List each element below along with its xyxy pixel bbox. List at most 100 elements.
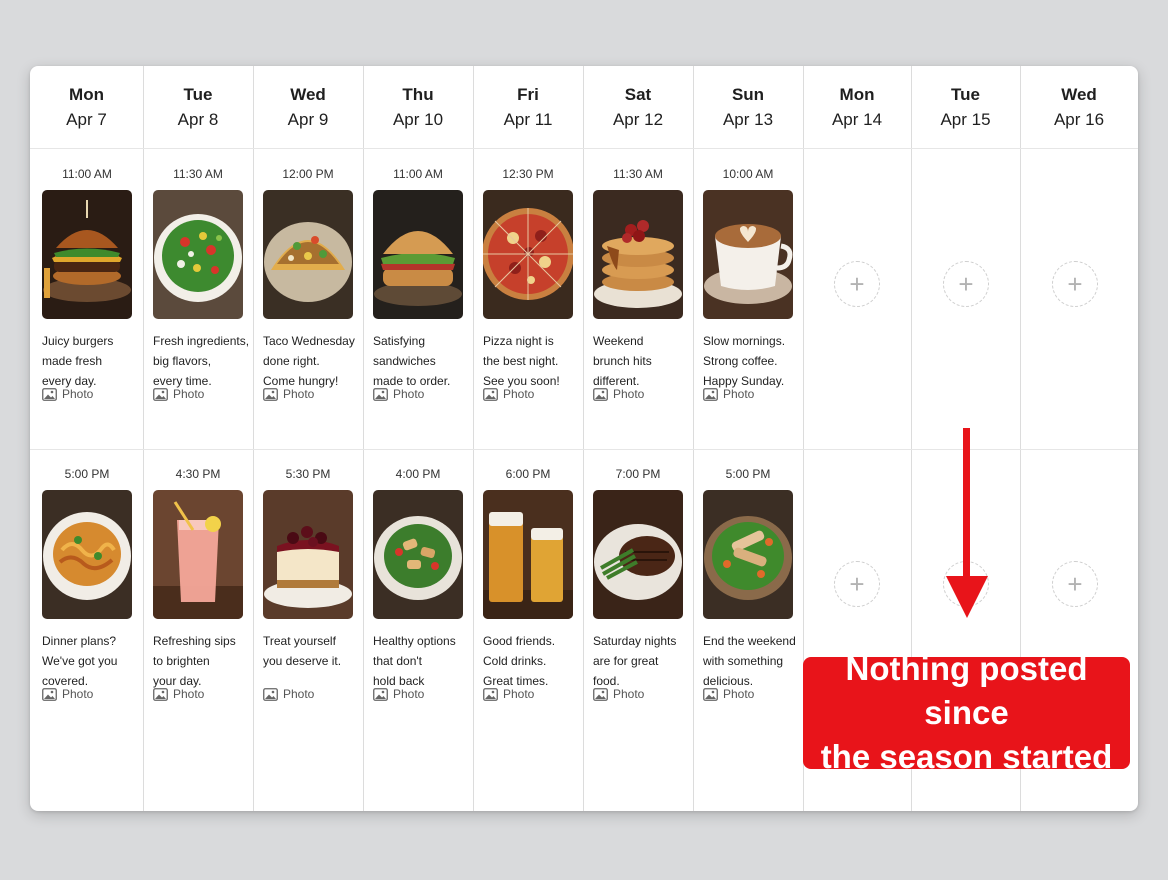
post-type-label: Photo bbox=[393, 387, 425, 401]
post-type-label: Photo bbox=[62, 687, 94, 701]
day-header-sun-apr13: Sun Apr 13 bbox=[693, 66, 803, 148]
scheduled-post[interactable]: 11:30 AM Fresh ingredients, big flavors,… bbox=[153, 167, 249, 401]
scheduled-post[interactable]: 10:00 AM Slow mornings. Strong coffee. H… bbox=[703, 167, 793, 401]
post-type-label: Photo bbox=[62, 387, 94, 401]
coffee-photo bbox=[703, 190, 793, 319]
steak-photo bbox=[593, 490, 683, 619]
post-caption: End the weekend with something delicious… bbox=[703, 634, 796, 688]
post-caption: Fresh ingredients, big flavors, every ti… bbox=[153, 334, 250, 388]
image-icon bbox=[483, 687, 498, 701]
post-type: Photo bbox=[373, 387, 424, 401]
post-type-label: Photo bbox=[173, 687, 205, 701]
day-header-tue-apr15: Tue Apr 15 bbox=[911, 66, 1020, 148]
post-time: 11:30 AM bbox=[173, 167, 223, 181]
salad-photo bbox=[153, 190, 243, 319]
scheduled-post[interactable]: 12:30 PM Pizza night is the best night. … bbox=[483, 167, 573, 401]
add-post-button[interactable]: + bbox=[834, 261, 880, 307]
post-type: Photo bbox=[483, 387, 534, 401]
tacos-photo bbox=[263, 190, 353, 319]
scheduled-post[interactable]: 11:30 AM Weekend brunch hits different. … bbox=[593, 167, 683, 401]
add-post-button[interactable]: + bbox=[1052, 261, 1098, 307]
post-type: Photo bbox=[483, 687, 534, 701]
image-icon bbox=[263, 687, 278, 701]
post-time: 6:00 PM bbox=[505, 467, 551, 481]
day-of-week: Fri bbox=[517, 85, 539, 104]
day-of-week: Thu bbox=[402, 85, 434, 104]
day-of-week: Wed bbox=[1061, 85, 1097, 104]
day-of-week: Sun bbox=[731, 85, 765, 104]
post-type: Photo bbox=[263, 387, 314, 401]
sandwich-photo bbox=[373, 190, 463, 319]
post-caption: Taco Wednesday done right. Come hungry! bbox=[263, 334, 355, 388]
scheduled-post[interactable]: 4:00 PM Healthy options that don't hold … bbox=[373, 467, 463, 701]
day-date: Apr 15 bbox=[940, 110, 991, 129]
post-time: 4:30 PM bbox=[175, 467, 221, 481]
image-icon bbox=[593, 687, 608, 701]
scheduled-post[interactable]: 7:00 PM Saturday nights are for great fo… bbox=[593, 467, 683, 701]
scheduled-post[interactable]: 11:00 AM Satisfying sandwiches made to o… bbox=[373, 167, 463, 401]
post-time: 11:00 AM bbox=[393, 167, 443, 181]
image-icon bbox=[153, 687, 168, 701]
post-type-label: Photo bbox=[283, 387, 315, 401]
scheduled-post[interactable]: 5:00 PM Dinner plans? We've got you cove… bbox=[42, 467, 132, 701]
post-caption: Good friends. Cold drinks. Great times. bbox=[483, 634, 556, 688]
post-type: Photo bbox=[593, 687, 644, 701]
day-date: Apr 11 bbox=[503, 110, 553, 129]
column-divider bbox=[473, 66, 474, 811]
image-icon bbox=[263, 387, 278, 401]
day-of-week: Tue bbox=[951, 85, 980, 104]
post-caption: Slow mornings. Strong coffee. Happy Sund… bbox=[703, 334, 786, 388]
column-divider bbox=[143, 66, 144, 811]
post-caption: Healthy options that don't hold back bbox=[373, 634, 456, 688]
post-caption: Saturday nights are for great food. bbox=[593, 634, 677, 688]
post-type: Photo bbox=[703, 687, 754, 701]
annotation-callout: Nothing posted since the season started bbox=[803, 650, 1130, 775]
pasta-photo bbox=[42, 490, 132, 619]
day-header-wed-apr9: Wed Apr 9 bbox=[253, 66, 363, 148]
day-of-week: Tue bbox=[183, 85, 213, 104]
cheesecake-photo bbox=[263, 490, 353, 619]
day-header-sat-apr12: Sat Apr 12 bbox=[583, 66, 693, 148]
grilled-salad-photo bbox=[703, 490, 793, 619]
column-divider bbox=[363, 66, 364, 811]
day-header-fri-apr11: Fri Apr 11 bbox=[473, 66, 583, 148]
post-type: Photo bbox=[153, 687, 204, 701]
day-of-week: Sat bbox=[624, 85, 652, 104]
scheduled-post[interactable]: 11:00 AM Juicy burgers made fresh every … bbox=[42, 167, 132, 401]
post-time: 7:00 PM bbox=[615, 467, 661, 481]
day-of-week: Mon bbox=[839, 85, 875, 104]
callout-line-1: Nothing posted since bbox=[845, 650, 1088, 731]
chicken-salad-photo bbox=[373, 490, 463, 619]
image-icon bbox=[42, 687, 57, 701]
post-time: 11:00 AM bbox=[62, 167, 112, 181]
day-header-tue-apr8: Tue Apr 8 bbox=[143, 66, 253, 148]
post-time: 5:30 PM bbox=[285, 467, 331, 481]
post-type-label: Photo bbox=[393, 687, 425, 701]
day-date: Apr 8 bbox=[177, 110, 219, 129]
post-caption: Dinner plans? We've got you covered. bbox=[42, 634, 118, 688]
post-time: 12:30 PM bbox=[502, 167, 554, 181]
day-date: Apr 12 bbox=[612, 110, 664, 129]
day-of-week: Wed bbox=[290, 85, 326, 104]
down-arrow-icon bbox=[946, 428, 988, 618]
scheduled-post[interactable]: 12:00 PM Taco Wednesday done right. Come… bbox=[263, 167, 355, 401]
add-post-button[interactable]: + bbox=[834, 561, 880, 607]
scheduled-post[interactable]: 5:30 PM Treat yourself you deserve it. P… bbox=[263, 467, 353, 701]
add-post-button[interactable]: + bbox=[1052, 561, 1098, 607]
day-header-mon-apr7: Mon Apr 7 bbox=[30, 66, 143, 148]
column-divider bbox=[583, 66, 584, 811]
callout-line-2: the season started bbox=[820, 738, 1113, 775]
scheduled-post[interactable]: 6:00 PM Good friends. Cold drinks. Great… bbox=[483, 467, 573, 701]
post-caption: Refreshing sips to brighten your day. bbox=[153, 634, 236, 688]
add-post-button[interactable]: + bbox=[943, 261, 989, 307]
post-time: 5:00 PM bbox=[64, 467, 110, 481]
post-type-label: Photo bbox=[613, 687, 645, 701]
drink-photo bbox=[153, 490, 243, 619]
post-time: 10:00 AM bbox=[722, 167, 774, 181]
post-time: 11:30 AM bbox=[613, 167, 663, 181]
scheduled-post[interactable]: 4:30 PM Refreshing sips to brighten your… bbox=[153, 467, 243, 701]
day-date: Apr 7 bbox=[66, 110, 107, 129]
column-divider bbox=[253, 66, 254, 811]
post-caption: Weekend brunch hits different. bbox=[593, 334, 652, 388]
scheduled-post[interactable]: 5:00 PM End the weekend with something d… bbox=[703, 467, 796, 701]
